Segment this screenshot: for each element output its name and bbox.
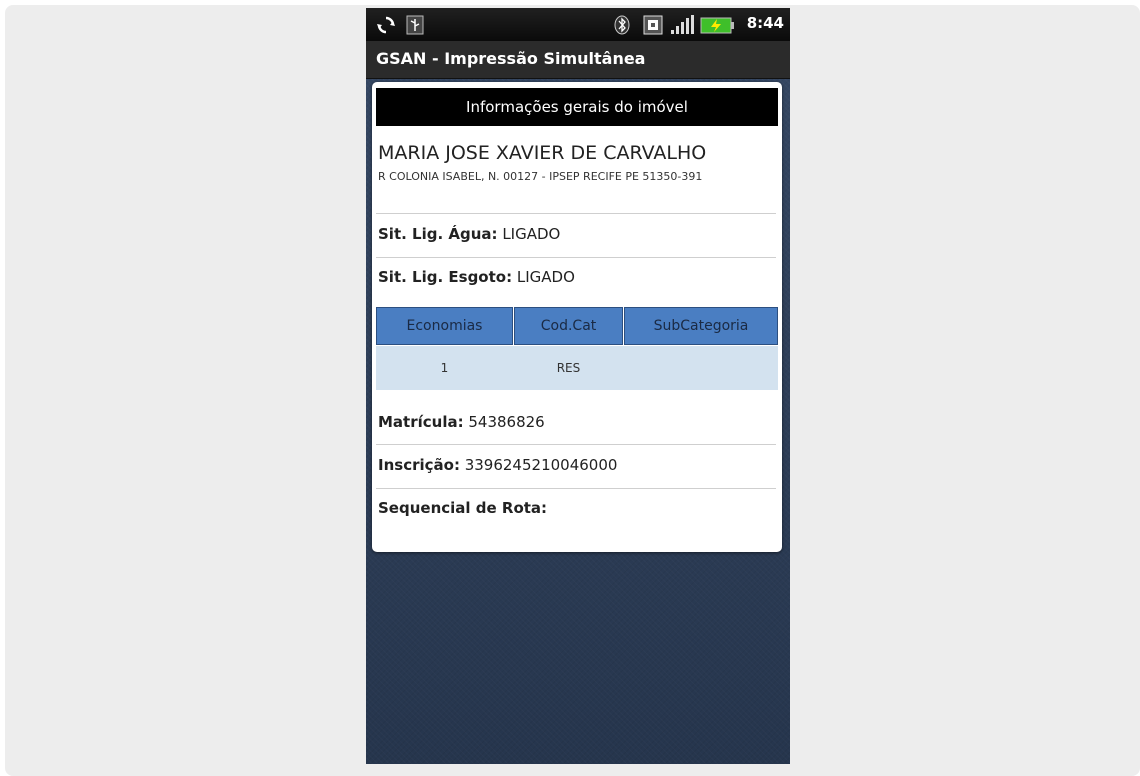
agua-status-label: Sit. Lig. Água: [378,225,498,243]
sync-icon [376,15,396,39]
table-header-subcategoria: SubCategoria [624,307,778,345]
battery-icon [700,15,736,39]
esgoto-status-label: Sit. Lig. Esgoto: [378,268,513,286]
inscricao-value: 3396245210046000 [464,456,618,474]
table-header-codcat: Cod.Cat [514,307,623,345]
owner-name: MARIA JOSE XAVIER DE CARVALHO [378,142,707,164]
card-header: Informações gerais do imóvel [376,88,778,126]
signal-icon [670,15,696,39]
matricula-label: Matrícula: [378,413,464,431]
agua-status-field: Sit. Lig. Água: LIGADO [378,225,560,243]
sequencial-label: Sequencial de Rota: [378,499,548,517]
inscricao-label: Inscrição: [378,456,460,474]
owner-address: R COLONIA ISABEL, N. 00127 - IPSEP RECIF… [378,170,703,183]
status-time: 8:44 [746,14,784,32]
matricula-field: Matrícula: 54386826 [378,413,545,431]
esgoto-status-field: Sit. Lig. Esgoto: LIGADO [378,268,575,286]
divider [376,444,776,445]
table-header-economias: Economias [376,307,513,345]
divider [376,257,776,258]
title-bar: GSAN - Impressão Simultânea [366,41,790,79]
table-cell-subcategoria [624,346,778,390]
status-bar: 8:44 [366,8,790,41]
matricula-value: 54386826 [468,413,545,431]
sequencial-field: Sequencial de Rota: [378,499,547,517]
table-cell-economias: 1 [440,361,449,375]
inscricao-field: Inscrição: 3396245210046000 [378,456,617,474]
usb-icon [406,15,424,39]
divider [376,488,776,489]
notification-icon [643,15,663,39]
property-info-card: Informações gerais do imóvel MARIA JOSE … [372,82,782,552]
bluetooth-icon [614,15,630,39]
phone-screen: 8:44 GSAN - Impressão Simultânea Informa… [366,8,790,764]
app-title: GSAN - Impressão Simultânea [376,49,646,68]
esgoto-status-value: LIGADO [516,268,575,286]
table-cell-codcat: RES [556,361,581,375]
table-row: 1 RES [376,346,778,390]
divider [376,213,776,214]
agua-status-value: LIGADO [502,225,561,243]
